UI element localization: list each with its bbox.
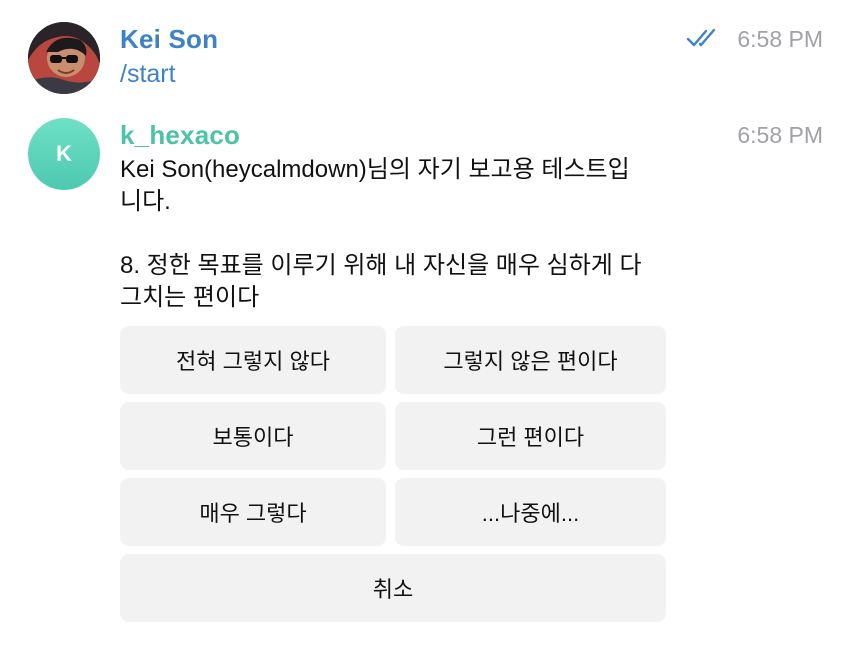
user-avatar[interactable] <box>28 22 100 94</box>
bot-avatar[interactable]: K <box>28 118 100 190</box>
keyboard-button-strongly-disagree[interactable]: 전혀 그렇지 않다 <box>120 326 386 394</box>
text-line: 니다. <box>120 188 171 215</box>
message-text: /start <box>120 60 176 88</box>
message-kei-son: Kei Son /start 6:58 PM <box>0 0 850 110</box>
double-check-icon <box>686 27 720 54</box>
keyboard-button-neutral[interactable]: 보통이다 <box>120 402 386 470</box>
sender-name[interactable]: k_hexaco <box>120 120 240 151</box>
message-time: 6:58 PM <box>737 122 823 148</box>
keyboard-button-disagree[interactable]: 그렇지 않은 편이다 <box>395 326 666 394</box>
sender-name[interactable]: Kei Son <box>120 24 218 55</box>
keyboard-button-later[interactable]: ...나중에... <box>395 478 666 546</box>
user-photo-icon <box>28 22 100 94</box>
text-line: Kei Son(heycalmdown)님의 자기 보고용 테스트입 <box>120 156 630 183</box>
message-text: Kei Son(heycalmdown)님의 자기 보고용 테스트입 니다. 8… <box>120 154 680 314</box>
avatar-letter: K <box>56 141 72 166</box>
keyboard-button-cancel[interactable]: 취소 <box>120 554 666 622</box>
keyboard-button-strongly-agree[interactable]: 매우 그렇다 <box>120 478 386 546</box>
question-line: 8. 정한 목표를 이루기 위해 내 자신을 매우 심하게 다 <box>120 252 642 279</box>
question-line: 그치는 편이다 <box>120 284 260 311</box>
keyboard-button-agree[interactable]: 그런 편이다 <box>395 402 666 470</box>
inline-keyboard: 전혀 그렇지 않다 그렇지 않은 편이다 보통이다 그런 편이다 매우 그렇다 … <box>120 326 666 622</box>
message-time: 6:58 PM <box>737 26 823 52</box>
